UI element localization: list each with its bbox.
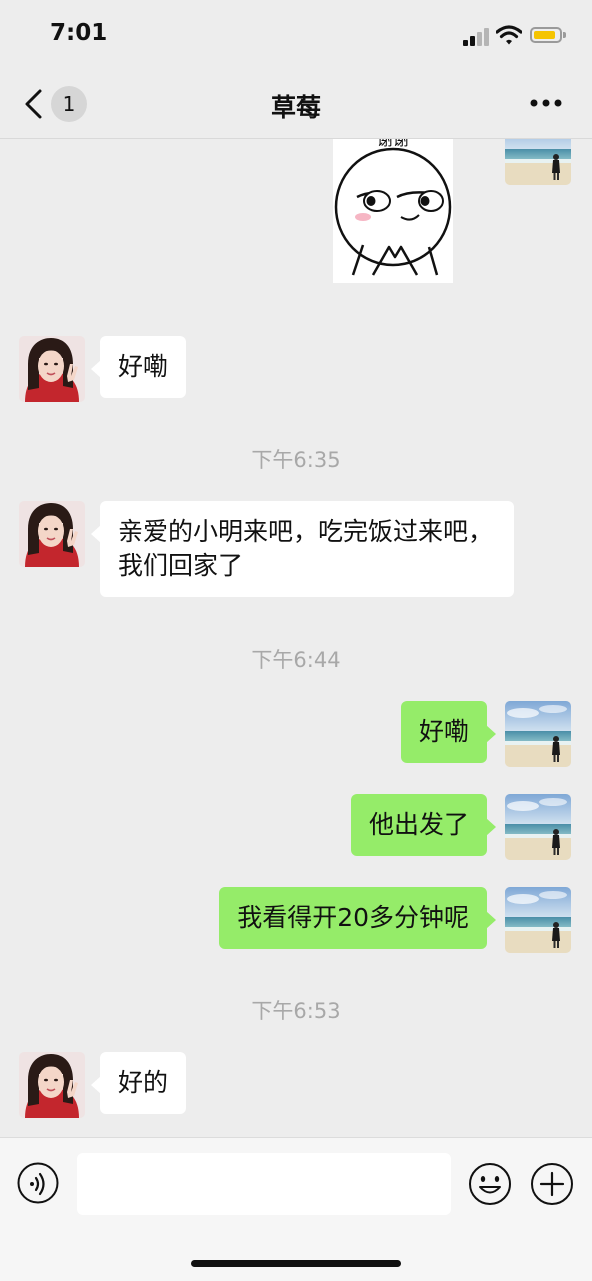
incoming-message-bubble[interactable]: 好的 bbox=[90, 1052, 187, 1114]
status-time: 7:01 bbox=[50, 20, 108, 46]
more-dots-icon[interactable] bbox=[530, 98, 562, 108]
my-avatar[interactable] bbox=[505, 701, 571, 767]
message-timestamp: 下午6:53 bbox=[251, 999, 341, 1023]
my-avatar[interactable] bbox=[505, 887, 571, 953]
battery-tip bbox=[563, 32, 566, 38]
chat-title: 草莓 bbox=[270, 93, 321, 122]
contact-avatar[interactable] bbox=[19, 1052, 85, 1118]
outgoing-message-bubble[interactable]: 他出发了 bbox=[350, 794, 497, 856]
incoming-message-bubble[interactable]: 好嘞 bbox=[90, 336, 187, 398]
message-input[interactable] bbox=[77, 1153, 451, 1215]
outgoing-message-bubble[interactable]: 我看得开20多分钟呢 bbox=[219, 887, 496, 949]
plus-circle-icon[interactable] bbox=[530, 1162, 574, 1206]
home-indicator bbox=[191, 1260, 401, 1267]
wifi-icon bbox=[496, 25, 522, 45]
battery-icon bbox=[530, 27, 562, 43]
contact-avatar[interactable] bbox=[19, 336, 85, 402]
chat-area[interactable]: 谢谢 好嘞 下午6:35 亲爱的小明来吧，吃完饭过来吧，我们回家了 下午6:44… bbox=[0, 139, 592, 1137]
nav-bar: 1 草莓 bbox=[0, 70, 592, 139]
message-timestamp: 下午6:35 bbox=[251, 448, 341, 472]
incoming-message-bubble[interactable]: 亲爱的小明来吧，吃完饭过来吧，我们回家了 bbox=[91, 501, 514, 597]
message-timestamp: 下午6:44 bbox=[251, 648, 341, 672]
emoji-icon[interactable] bbox=[468, 1162, 512, 1206]
sticker-message[interactable]: 谢谢 bbox=[333, 139, 453, 283]
voice-icon[interactable] bbox=[17, 1162, 59, 1204]
sticker-caption: 谢谢 bbox=[377, 139, 409, 149]
outgoing-message-bubble[interactable]: 好嘞 bbox=[400, 701, 497, 763]
signal-icon bbox=[463, 28, 491, 46]
status-bar: 7:01 bbox=[0, 0, 592, 70]
battery-level bbox=[534, 31, 555, 39]
my-avatar[interactable] bbox=[505, 794, 571, 860]
my-avatar[interactable] bbox=[505, 139, 571, 185]
contact-avatar[interactable] bbox=[19, 501, 85, 567]
